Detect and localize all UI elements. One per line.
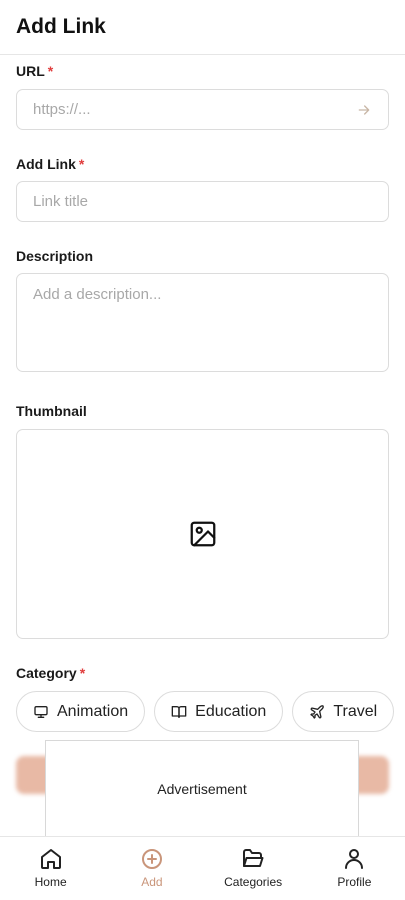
description-field[interactable]	[16, 273, 389, 372]
url-input[interactable]	[33, 101, 356, 118]
advertisement-banner[interactable]: Advertisement	[45, 740, 359, 837]
nav-item-add[interactable]: Add	[101, 837, 202, 900]
title-label: Add Link *	[16, 156, 85, 172]
page-title: Add Link	[16, 15, 106, 38]
category-chip-travel[interactable]: Travel	[292, 691, 395, 732]
nav-item-categories[interactable]: Categories	[203, 837, 304, 900]
category-chips: Animation Education Travel	[16, 691, 395, 732]
required-marker: *	[47, 63, 54, 79]
nav-item-profile[interactable]: Profile	[304, 837, 405, 900]
url-field[interactable]	[16, 89, 389, 130]
title-field[interactable]	[16, 181, 389, 222]
app-header: Add Link	[0, 0, 405, 55]
category-chip-education[interactable]: Education	[154, 691, 284, 732]
category-chip-animation[interactable]: Animation	[16, 691, 146, 732]
add-link-screen: Add Link URL* Add Link* Description Thum…	[0, 0, 405, 900]
description-label: Description	[16, 248, 94, 264]
bottom-nav: Home Add Categories Profile	[0, 836, 405, 900]
monitor-icon	[34, 705, 48, 718]
folder-icon	[243, 849, 264, 867]
home-icon	[40, 849, 61, 869]
required-marker: *	[79, 665, 86, 681]
image-icon	[190, 521, 215, 547]
book-icon	[171, 705, 187, 718]
plane-icon	[310, 704, 325, 719]
nav-item-home[interactable]: Home	[0, 837, 101, 900]
title-input[interactable]	[33, 193, 372, 210]
arrow-right-icon[interactable]	[356, 102, 372, 118]
thumbnail-label: Thumbnail	[16, 403, 87, 419]
plus-circle-icon	[141, 849, 162, 869]
user-icon	[345, 849, 364, 869]
thumbnail-picker[interactable]	[16, 429, 389, 639]
url-label: URL *	[16, 63, 54, 79]
description-input[interactable]	[33, 274, 372, 371]
required-marker: *	[78, 156, 85, 172]
category-label: Category *	[16, 665, 86, 681]
